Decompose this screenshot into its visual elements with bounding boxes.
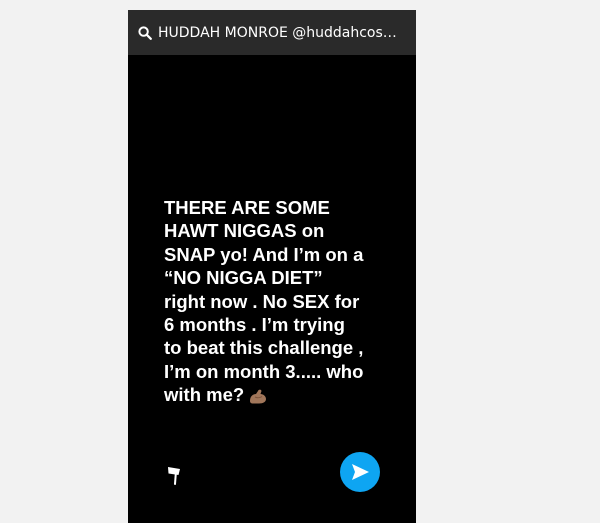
flexed-biceps-emoji [250,389,267,404]
send-button[interactable] [340,452,380,492]
story-viewer: HUDDAH MONROE @huddahcosm... THERE ARE S… [128,10,416,523]
send-arrow-icon [352,464,369,480]
story-caption-text: THERE ARE SOME HAWT NIGGAS on SNAP yo! A… [164,197,364,406]
story-caption: THERE ARE SOME HAWT NIGGAS on SNAP yo! A… [164,196,394,407]
search-icon[interactable] [138,25,152,40]
search-bar[interactable]: HUDDAH MONROE @huddahcosm... [128,10,416,55]
flag-icon[interactable] [165,465,183,485]
search-query-text[interactable]: HUDDAH MONROE @huddahcosm... [158,25,406,41]
